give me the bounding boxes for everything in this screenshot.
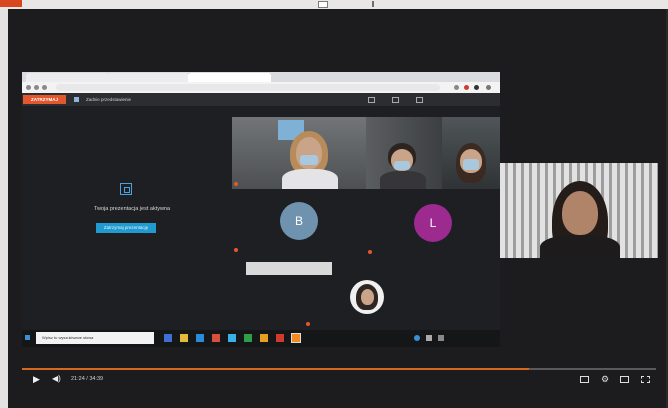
- folder-icon[interactable]: [260, 334, 268, 342]
- browser-tab-active[interactable]: [188, 73, 271, 82]
- chat-icon[interactable]: [392, 97, 399, 103]
- presenter-face: [562, 191, 598, 235]
- network-icon[interactable]: [414, 335, 420, 341]
- channel-tag: [0, 0, 22, 7]
- left-edge: [0, 9, 8, 408]
- tooltip: [246, 262, 332, 275]
- extension-icon[interactable]: [464, 85, 469, 90]
- store-icon[interactable]: [228, 334, 236, 342]
- play-icon[interactable]: ▶: [33, 374, 40, 384]
- task-view-icon[interactable]: [164, 334, 172, 342]
- stop-recording-button[interactable]: ZATRZYMAJ: [23, 95, 66, 104]
- recorded-screen: ZATRZYMAJ Zadnie przedstawienie Twoja pr…: [22, 72, 500, 347]
- share-status-text: Twoja prezentacja jest aktywna: [93, 206, 171, 212]
- progress-bar-remaining[interactable]: [529, 368, 656, 370]
- video-tile[interactable]: [232, 117, 367, 189]
- screen-share-icon: [120, 183, 132, 195]
- meeting-app-bar: ZATRZYMAJ Zadnie przedstawienie: [22, 93, 500, 106]
- participant-avatar[interactable]: B: [280, 202, 318, 240]
- windows-start-icon[interactable]: [25, 335, 30, 340]
- browser-tab[interactable]: [26, 73, 109, 82]
- participant-body: [380, 171, 426, 189]
- participant-caption: [368, 250, 373, 255]
- fullscreen-icon[interactable]: [641, 376, 650, 383]
- mic-muted-icon: [234, 248, 238, 253]
- stop-sharing-button[interactable]: Zatrzymaj prezentację: [96, 223, 156, 233]
- participants-icon[interactable]: [416, 97, 423, 103]
- participant-face: [361, 289, 374, 305]
- presenter-webcam[interactable]: [500, 163, 658, 258]
- file-explorer-icon[interactable]: [180, 334, 188, 342]
- edge-icon[interactable]: [196, 334, 204, 342]
- forward-icon[interactable]: [34, 85, 39, 90]
- subtitles-icon[interactable]: [580, 376, 589, 383]
- window-icon: [318, 1, 328, 8]
- back-icon[interactable]: [26, 85, 31, 90]
- windows-taskbar: Wpisz tu wyszukiwane słowa: [22, 330, 500, 347]
- face-mask: [394, 161, 410, 170]
- video-tile[interactable]: [442, 117, 500, 189]
- active-app-icon[interactable]: [291, 333, 301, 343]
- presenter-body: [540, 235, 620, 258]
- settings-icon[interactable]: ⚙: [601, 374, 609, 384]
- reload-icon[interactable]: [42, 85, 47, 90]
- screen-share-panel: Twoja prezentacja jest aktywna Zatrzymaj…: [76, 180, 188, 244]
- participant-body: [282, 169, 338, 189]
- office-icon[interactable]: [212, 334, 220, 342]
- excel-icon[interactable]: [244, 334, 252, 342]
- room-label: Zadnie przedstawienie: [86, 97, 132, 102]
- menu-icon[interactable]: [486, 85, 491, 90]
- face-mask: [463, 159, 479, 170]
- participant-caption: [234, 248, 239, 253]
- participant-avatar[interactable]: L: [414, 204, 452, 242]
- mic-muted-icon: [368, 250, 372, 255]
- extension-icon[interactable]: [454, 85, 459, 90]
- url-field[interactable]: [56, 84, 440, 91]
- mic-muted-icon: [234, 182, 238, 187]
- mic-muted-icon: [306, 322, 310, 327]
- top-strip: [0, 0, 668, 9]
- progress-bar-played[interactable]: [22, 368, 529, 370]
- participant-avatar-photo[interactable]: [350, 280, 384, 314]
- separator: [372, 1, 374, 7]
- volume-icon[interactable]: ◀): [52, 374, 61, 384]
- video-tile[interactable]: [366, 117, 442, 189]
- taskbar-search-input[interactable]: Wpisz tu wyszukiwane słowa: [36, 332, 154, 344]
- room-icon: [74, 97, 79, 102]
- address-bar: [22, 82, 500, 93]
- battery-icon[interactable]: [438, 335, 444, 341]
- time-display: 21:24 / 34:39: [71, 376, 104, 382]
- participant-caption: [306, 322, 311, 327]
- speaker-icon[interactable]: [426, 335, 432, 341]
- chrome-icon[interactable]: [276, 334, 284, 342]
- participant-name: [234, 182, 239, 187]
- profile-icon[interactable]: [474, 85, 479, 90]
- miniplayer-icon[interactable]: [620, 376, 629, 383]
- browser-tab-strip: [22, 72, 500, 82]
- layout-icon[interactable]: [368, 97, 375, 103]
- browser-tab[interactable]: [108, 73, 189, 82]
- face-mask: [300, 155, 318, 165]
